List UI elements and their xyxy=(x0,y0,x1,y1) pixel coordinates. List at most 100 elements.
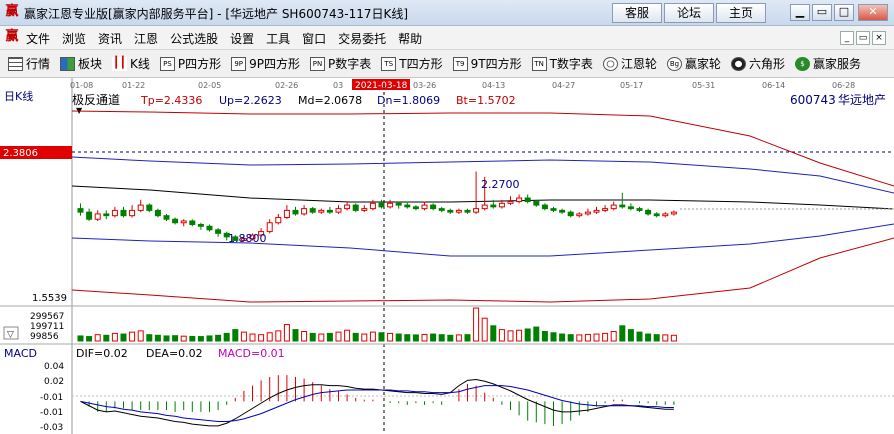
candle-body xyxy=(103,213,110,217)
dropdown-arrow-icon[interactable]: ▼ xyxy=(76,106,83,115)
tool-kline[interactable]: ┃┃ K线 xyxy=(112,55,150,72)
volume-bar xyxy=(275,330,282,342)
tool-p-number[interactable]: PN P数字表 xyxy=(310,55,371,72)
menu-formula-screening[interactable]: 公式选股 xyxy=(170,30,218,47)
candle-body xyxy=(464,209,471,213)
menu-trade[interactable]: 交易委托 xyxy=(338,30,386,47)
volume-bar xyxy=(369,331,376,342)
tool-9p-square[interactable]: 9P 9P四方形 xyxy=(231,55,300,72)
menu-settings[interactable]: 设置 xyxy=(230,30,254,47)
winner-wheel-icon: Bg xyxy=(666,56,682,71)
tool-sectors[interactable]: 板块 xyxy=(60,55,102,72)
menu-file[interactable]: 文件 xyxy=(26,30,50,47)
volume-bar xyxy=(550,332,557,342)
candle-body xyxy=(584,211,591,215)
menu-tools[interactable]: 工具 xyxy=(266,30,290,47)
volume-bar xyxy=(395,333,402,342)
date-label-06-28: 06-28 xyxy=(832,81,855,90)
tool-winner-service[interactable]: $ 赢家服务 xyxy=(794,55,861,72)
candle-body xyxy=(490,204,497,208)
title-bar: 赢 赢家江恩专业版[赢家内部服务平台] - [华远地产 SH600743-117… xyxy=(0,0,894,26)
candle-body xyxy=(430,204,437,210)
volume-bar xyxy=(318,333,325,342)
candle-body xyxy=(283,209,290,218)
volume-bar xyxy=(266,332,273,342)
tool-hexagon[interactable]: 六角形 xyxy=(730,55,785,72)
t-square-icon: TS xyxy=(381,56,397,71)
tool-9t-square[interactable]: T9 9T四方形 xyxy=(452,55,522,72)
param-bt: Bt=1.5702 xyxy=(456,94,516,107)
chart-area[interactable]: 01-08 01-22 02-05 02-26 03 03-26 04-13 04-27 05-… xyxy=(0,78,894,434)
tool-gann-wheel[interactable]: 江恩轮 xyxy=(602,55,657,72)
candle-body xyxy=(266,222,273,233)
candle-body xyxy=(129,209,136,217)
low-annotation: 1.8800 xyxy=(228,232,267,245)
price-top-label: 2.3806 xyxy=(3,148,38,159)
stock-code: 600743 xyxy=(790,93,836,107)
menu-window[interactable]: 窗口 xyxy=(302,30,326,47)
volume-bar xyxy=(86,336,93,342)
candle-body xyxy=(653,213,660,217)
candle-body xyxy=(602,208,609,211)
tool-quotes[interactable]: 行情 xyxy=(8,55,50,72)
close-icon[interactable]: ✕ xyxy=(858,4,888,21)
candle-body xyxy=(292,209,299,215)
mdi-restore-icon[interactable]: ▭ xyxy=(856,31,870,45)
tool-t-square[interactable]: TS T四方形 xyxy=(381,55,443,72)
candle-body xyxy=(215,229,222,234)
mdi-close-icon[interactable]: × xyxy=(872,31,886,45)
volume-bar xyxy=(447,334,454,342)
volume-bar xyxy=(223,332,230,342)
candle-body xyxy=(335,208,342,213)
homepage-button[interactable]: 主页 xyxy=(716,3,766,23)
candle-body xyxy=(636,208,643,211)
maximize-icon[interactable]: □ xyxy=(834,4,854,21)
menu-help[interactable]: 帮助 xyxy=(398,30,422,47)
candle-body xyxy=(206,225,213,231)
date-label-05-31: 05-31 xyxy=(692,81,715,90)
forum-button[interactable]: 论坛 xyxy=(664,3,714,23)
kline-chart[interactable]: 01-08 01-22 02-05 02-26 03 03-26 04-13 04-27 05-… xyxy=(0,78,894,434)
tool-t-number[interactable]: TN T数字表 xyxy=(531,55,593,72)
blocks-icon xyxy=(60,56,76,71)
volume-bar xyxy=(163,335,170,342)
candle-body xyxy=(395,202,402,206)
macd-axis-1: 0.04 xyxy=(44,362,64,372)
volume-bar xyxy=(636,331,643,342)
tool-winner-wheel[interactable]: Bg 赢家轮 xyxy=(666,55,721,72)
candles xyxy=(77,171,677,241)
candle-body xyxy=(309,208,316,213)
candle-body xyxy=(473,208,480,213)
volume-bar xyxy=(172,335,179,342)
candle-body xyxy=(154,209,161,217)
volume-bar xyxy=(309,332,316,342)
band-lower xyxy=(71,223,894,257)
date-label-03: 03 xyxy=(333,81,343,90)
candle-body xyxy=(326,209,333,213)
volume-bar xyxy=(670,334,677,342)
menu-browse[interactable]: 浏览 xyxy=(62,30,86,47)
volume-bar xyxy=(584,333,591,342)
candle-body xyxy=(352,204,359,211)
kline-label: 日K线 xyxy=(4,89,33,103)
macd-value-text: MACD=0.01 xyxy=(218,347,285,360)
volume-bar xyxy=(154,334,161,342)
minimize-icon[interactable]: ▁ xyxy=(790,4,810,21)
tool-p-square[interactable]: PS P四方形 xyxy=(159,55,221,72)
volume-bar xyxy=(662,334,669,342)
volume-bar xyxy=(215,334,222,342)
volume-bar xyxy=(180,335,187,342)
candle-body xyxy=(550,208,557,211)
volume-bar xyxy=(111,332,118,342)
menu-info[interactable]: 资讯 xyxy=(98,30,122,47)
service-button[interactable]: 客服 xyxy=(612,3,662,23)
mdi-minimize-icon[interactable]: _ xyxy=(840,31,854,45)
volume-bar xyxy=(610,331,617,342)
volume-bar xyxy=(120,333,127,342)
volume-bar xyxy=(412,334,419,342)
volume-bar xyxy=(455,334,462,342)
menu-gann[interactable]: 江恩 xyxy=(134,30,158,47)
restore-icon[interactable]: ▭ xyxy=(812,4,832,21)
band-top xyxy=(71,110,894,187)
volume-bar xyxy=(576,334,583,342)
